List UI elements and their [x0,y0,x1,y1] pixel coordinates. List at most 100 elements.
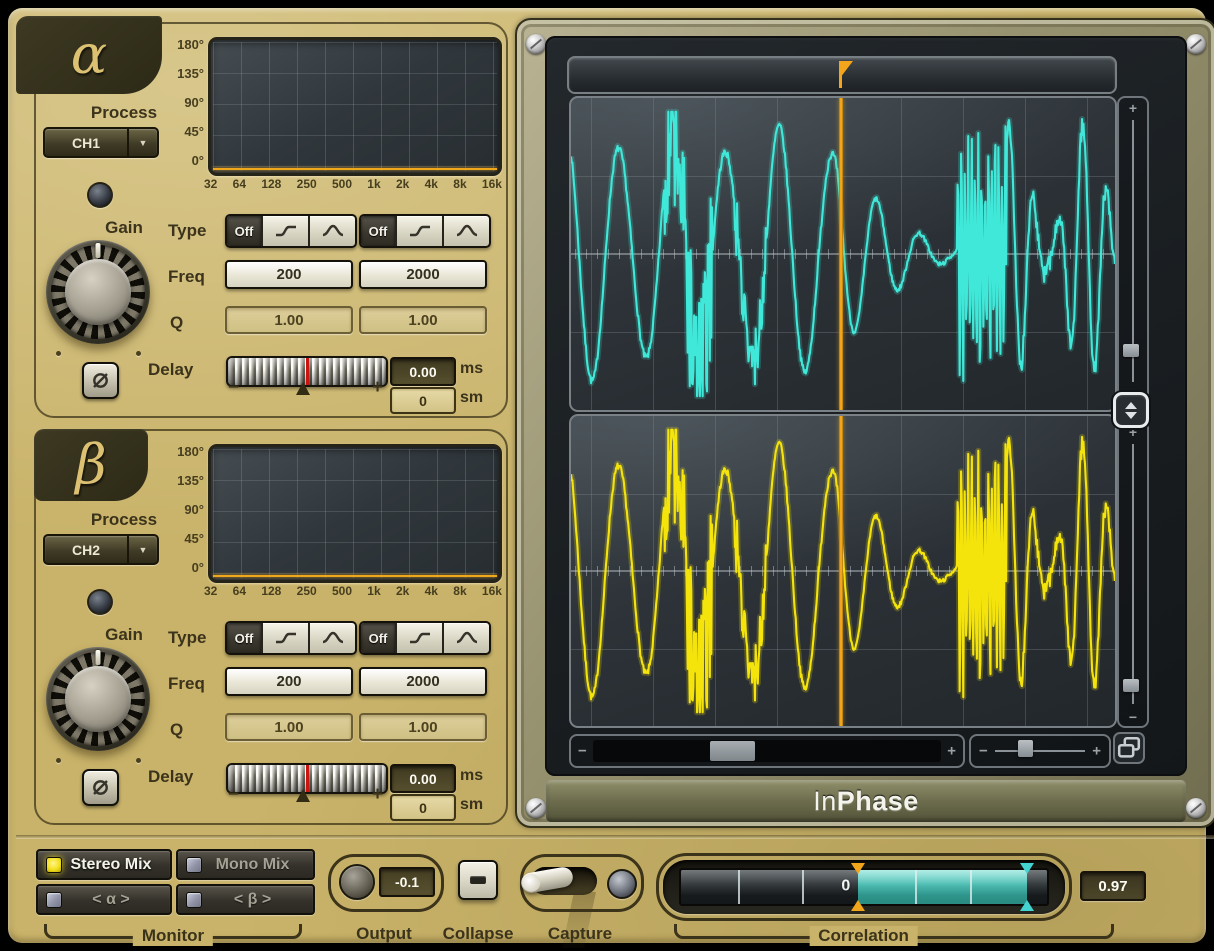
filter1-type-bell[interactable] [310,216,355,246]
output-knob[interactable] [339,864,375,900]
waveform-panel-channel1[interactable] [569,96,1117,412]
delay-samples-field[interactable]: 0 [390,794,456,821]
scrollbar-thumb[interactable] [710,741,755,761]
correlation-marker [851,900,865,911]
delay-plus-label[interactable]: + [372,784,383,806]
filter1-q-field[interactable]: 1.00 [225,713,353,741]
horizontal-scrollbar[interactable]: − + [569,734,965,768]
bell-filter-icon [454,223,480,239]
output-value-field[interactable]: -0.1 [379,867,435,897]
filter1-type-shelf[interactable] [263,216,310,246]
gain-led-button[interactable] [87,182,113,208]
slider-thumb[interactable] [1018,740,1033,757]
filter2-freq-field[interactable]: 2000 [359,260,487,289]
vertical-zoom-slider-top[interactable]: + − [1117,96,1149,406]
zoom-out-label[interactable]: − [979,743,988,760]
phase-curve [213,575,497,577]
slider-thumb[interactable] [1123,344,1139,357]
scroll-minus-label[interactable]: − [578,743,587,760]
gain-knob[interactable] [46,240,150,344]
delay-samples-field[interactable]: 0 [390,387,456,414]
monitor-beta-solo-button[interactable]: < β > [176,884,315,915]
freq-axis-tick: 128 [261,177,281,191]
playback-cursor[interactable] [839,98,843,410]
delay-ms-field[interactable]: 0.00 [390,764,456,793]
phase-graph-x-axis: 32641282505001k2k4k8k16k [204,584,502,598]
monitor-group-bracket: Monitor [44,924,302,939]
phase-graph-x-axis: 32641282505001k2k4k8k16k [204,177,502,191]
freq-axis-tick: 2k [396,584,409,598]
monitor-stereo-mix-button[interactable]: Stereo Mix [36,849,172,880]
correlation-meter-inner: 0 [681,870,1047,904]
correlation-meter: 0 [679,868,1049,906]
delay-label: Delay [148,360,193,380]
vertical-zoom-slider-bottom[interactable]: + − [1117,420,1149,728]
screw-icon [1186,34,1206,54]
filter1-type-off[interactable]: Off [227,216,263,246]
zoom-out-label[interactable]: − [1119,709,1147,725]
filter2-type-off[interactable]: Off [361,216,397,246]
freq-axis-tick: 32 [204,177,217,191]
collapse-button[interactable] [458,860,498,900]
phase-invert-icon [90,777,111,798]
cursor-flag[interactable] [840,61,853,78]
phase-invert-button[interactable] [82,769,119,806]
gain-knob[interactable] [46,647,150,751]
playback-cursor[interactable] [839,416,843,726]
filter2-freq-field[interactable]: 2000 [359,667,487,696]
phase-invert-button[interactable] [82,362,119,399]
filter1-freq-field[interactable]: 200 [225,667,353,696]
filter2-q-field[interactable]: 1.00 [359,306,487,334]
scrollbar-track[interactable] [593,740,941,762]
waveform-display-area: + − + − − + [545,36,1187,776]
freq-axis-tick: 500 [332,584,352,598]
phase-response-graph [208,444,502,583]
process-select-alpha[interactable]: CH1 ▼ [43,127,159,158]
collapse-dash-icon [470,876,486,884]
capture-toggle-lever[interactable] [520,866,575,895]
filter2-type-bell[interactable] [444,623,489,653]
q-label: Q [170,313,183,333]
monitor-mono-mix-button[interactable]: Mono Mix [176,849,315,880]
waveform-channel1 [571,98,1115,410]
zoom-in-label[interactable]: + [1119,100,1147,116]
channel-alpha-section: α Process CH1 ▼ Gain 180°135°90°45°0° [34,22,508,418]
filter2-type-shelf[interactable] [397,216,444,246]
filter1-q-field[interactable]: 1.00 [225,306,353,334]
filter1-type-bell[interactable] [310,623,355,653]
samples-unit-label: sm [460,389,483,407]
process-select-beta[interactable]: CH2 ▼ [43,534,159,565]
monitor-group-label: Monitor [133,926,213,946]
phase-axis-tick: 45° [184,531,204,546]
scroll-plus-label[interactable]: + [947,743,956,760]
filter2-type-shelf[interactable] [397,623,444,653]
zoom-in-label[interactable]: + [1092,743,1101,760]
freq-axis-tick: 8k [453,584,466,598]
capture-led-button[interactable] [607,869,637,899]
delay-minus-label[interactable]: − [228,784,239,806]
filter1-type-shelf[interactable] [263,623,310,653]
filter2-type-off[interactable]: Off [361,623,397,653]
waveform-panel-channel2[interactable] [569,414,1117,728]
graph-grid [213,449,497,578]
filter2-type-selector: Off [359,214,491,248]
timeline-ruler[interactable] [567,56,1117,94]
arrow-down-icon [1125,412,1137,419]
filter1-freq-field[interactable]: 200 [225,260,353,289]
ms-unit-label: ms [460,767,483,785]
delay-plus-label[interactable]: + [372,377,383,399]
gain-led-button[interactable] [87,589,113,615]
filter2-type-bell[interactable] [444,216,489,246]
slider-track [1132,444,1134,704]
link-zoom-button[interactable] [1113,392,1149,428]
filter1-type-off[interactable]: Off [227,623,263,653]
filter2-q-field[interactable]: 1.00 [359,713,487,741]
waveform-channel2 [571,416,1115,726]
freq-axis-tick: 128 [261,584,281,598]
delay-minus-label[interactable]: − [228,377,239,399]
monitor-alpha-solo-button[interactable]: < α > [36,884,172,915]
delay-ms-field[interactable]: 0.00 [390,357,456,386]
slider-thumb[interactable] [1123,679,1139,692]
copy-view-button[interactable] [1113,732,1145,764]
horizontal-zoom-slider[interactable]: − + [969,734,1111,768]
